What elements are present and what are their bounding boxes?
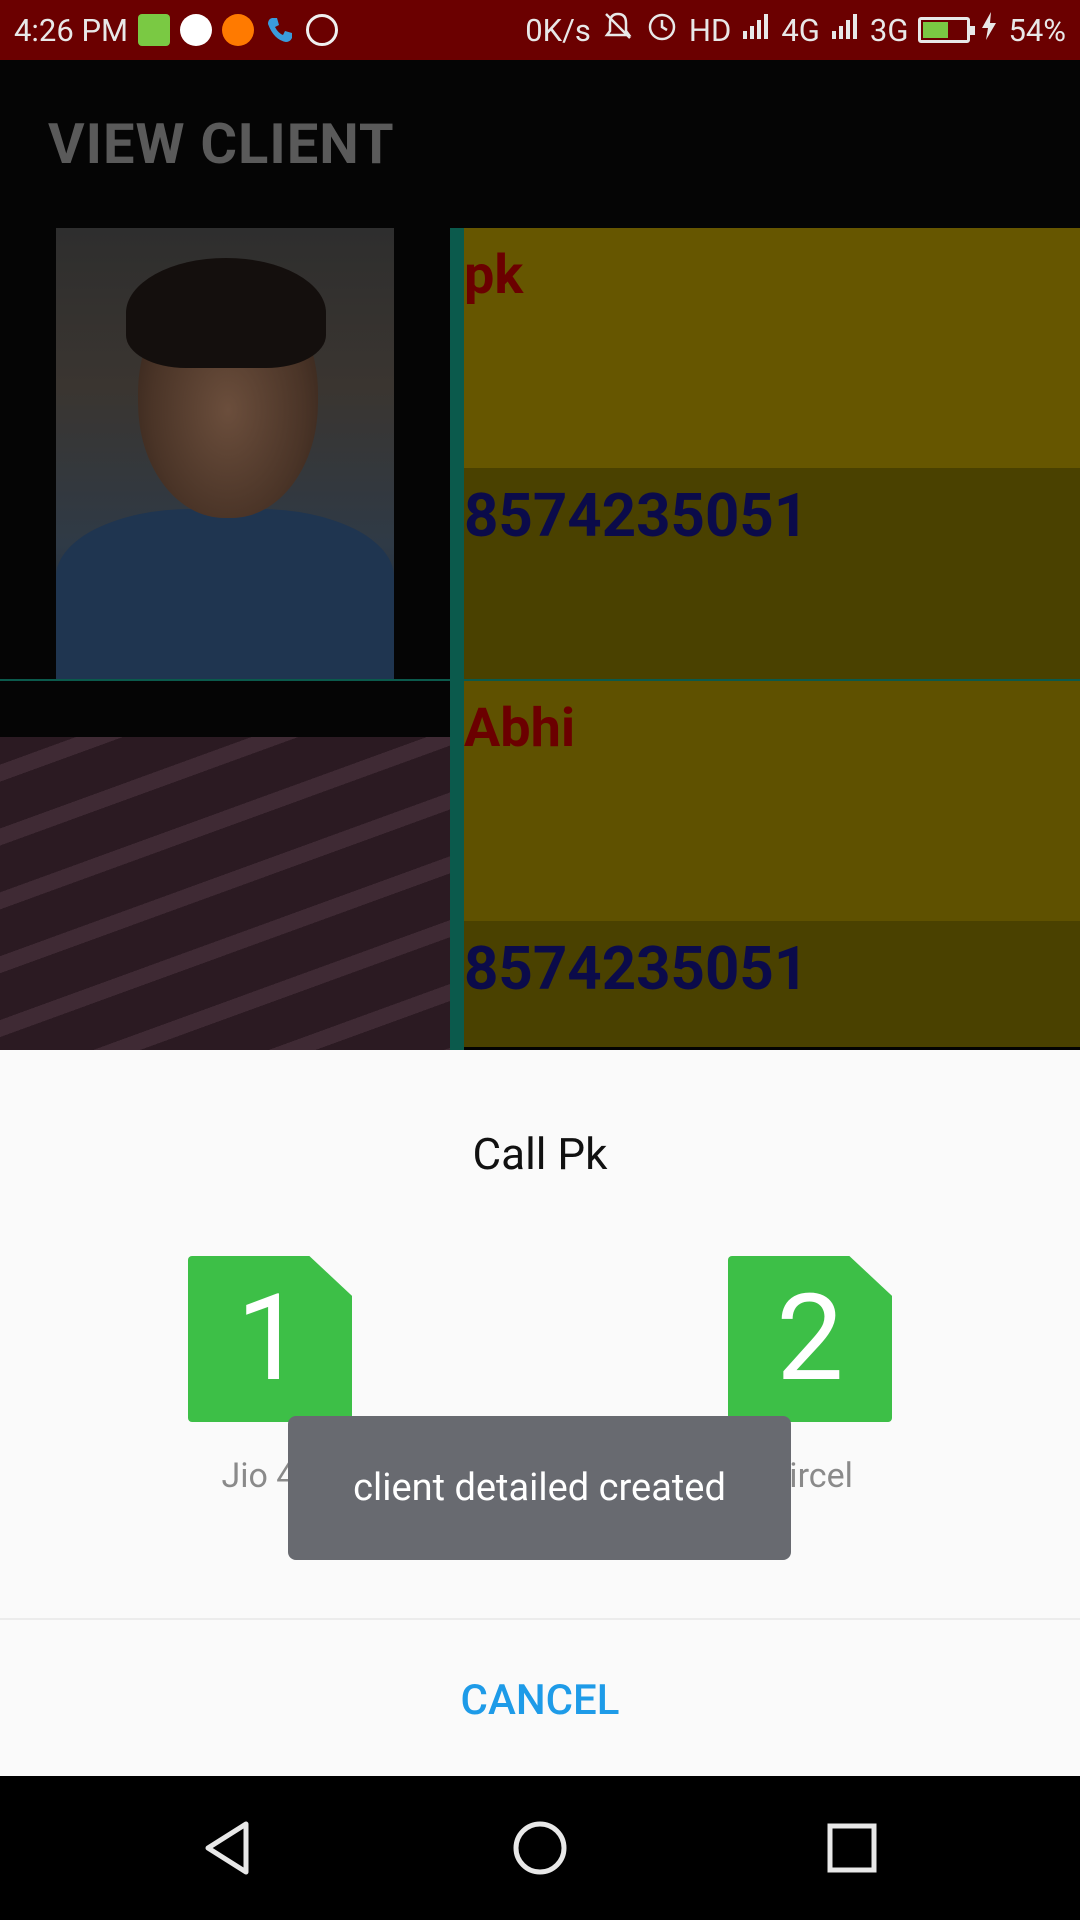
status-time: 4:26 PM [14,11,129,49]
battery-fill [923,22,949,38]
recent-apps-icon[interactable] [802,1798,902,1898]
photo-hair [126,258,326,368]
status-right: 0K/s HD 4G 3G 54% [525,9,1066,51]
column-divider [450,228,464,679]
mute-icon [601,9,635,51]
client-name-cell[interactable]: pk [464,228,1080,468]
call-sim-dialog: Call Pk 1 Jio 4G 2 Aircel CANCEL [0,1050,1080,1776]
photo-shirt [56,509,394,679]
app-toolbar: VIEW CLIENT [0,60,1080,228]
charging-icon [980,11,998,49]
signal-icon [830,11,860,49]
client-row[interactable]: pk 8574235051 [0,228,1080,679]
toast-message: client detailed created [288,1416,791,1560]
page-title: VIEW CLIENT [48,111,395,177]
dialog-divider [0,1618,1080,1620]
client-name: pk [464,244,524,307]
home-icon[interactable] [490,1798,590,1898]
client-phone: 8574235051 [464,480,809,551]
client-photo[interactable] [0,228,450,679]
net-speed: 0K/s [525,11,591,49]
signal-icon [741,11,771,49]
status-left: 4:26 PM [14,11,339,49]
network-type: HD [688,11,732,49]
message-icon [138,14,171,46]
sim-card-icon[interactable]: 1 [188,1256,352,1422]
client-list: pk 8574235051 Abhi 8574235051 [0,228,1080,1132]
phone-app-icon [180,14,213,46]
photo-top-band [0,681,450,737]
crop-icon [222,14,255,46]
sim-card-icon[interactable]: 2 [728,1256,892,1422]
call-recorder-icon [306,14,339,46]
client-phone-cell[interactable]: 8574235051 [464,468,1080,679]
client-name: Abhi [464,697,576,760]
sim2-type: 3G [869,11,909,49]
client-phone-cell[interactable]: 8574235051 [464,921,1080,1047]
client-name-cell[interactable]: Abhi [464,681,1080,921]
status-bar: 4:26 PM 0K/s HD 4G 3G 54% [0,0,1080,60]
dialog-title: Call Pk [472,1128,608,1180]
navigation-bar [0,1776,1080,1920]
call-icon [264,14,296,46]
back-icon[interactable] [178,1798,278,1898]
alarm-icon [645,9,679,51]
sim1-type: 4G [781,11,820,49]
battery-percent: 54% [1008,11,1066,49]
client-phone: 8574235051 [464,933,809,1004]
battery-icon [918,17,976,43]
client-photo-image [56,228,394,679]
cancel-button[interactable]: CANCEL [390,1650,690,1750]
